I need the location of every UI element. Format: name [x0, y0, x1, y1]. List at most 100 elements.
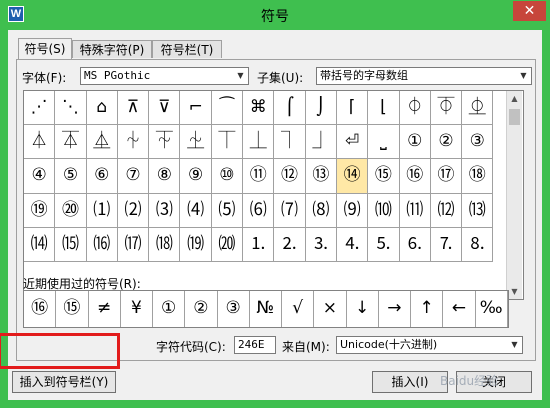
recent-symbol-cell[interactable]: ≠ — [89, 291, 121, 327]
symbol-cell[interactable]: ⁀ — [211, 91, 244, 126]
symbol-cell[interactable]: ⌡ — [305, 91, 337, 126]
symbol-cell[interactable]: ⌠ — [274, 91, 306, 126]
symbol-cell[interactable]: ⏉ — [211, 125, 244, 160]
tab-symbol-bar[interactable]: 符号栏(T) — [152, 40, 222, 58]
symbol-cell[interactable]: ③ — [462, 125, 494, 160]
symbol-cell[interactable]: ⌐ — [180, 91, 212, 126]
symbol-cell[interactable]: ⏄ — [55, 125, 87, 160]
symbol-cell[interactable]: ⑸ — [211, 193, 244, 228]
symbol-cell[interactable]: ⋰ — [24, 91, 56, 126]
symbol-cell[interactable]: ⑼ — [336, 193, 369, 228]
symbol-cell[interactable]: ⒏ — [462, 227, 494, 262]
symbol-cell[interactable]: ⑾ — [399, 193, 431, 228]
symbol-cell[interactable]: ⑳ — [55, 193, 87, 228]
symbol-cell[interactable]: ⑪ — [243, 159, 275, 194]
insert-to-symbol-bar-button[interactable]: 插入到符号栏(Y) — [12, 371, 116, 393]
symbol-cell[interactable]: ⑽ — [368, 193, 400, 228]
symbol-cell[interactable]: ⒅ — [149, 227, 181, 262]
insert-button[interactable]: 插入(I) — [372, 371, 448, 393]
from-select[interactable]: Unicode(十六进制) ▼ — [336, 336, 523, 354]
symbol-cell[interactable]: ⑭ — [336, 159, 369, 194]
symbol-cell[interactable]: ⏊ — [243, 125, 275, 160]
symbol-cell[interactable]: ⑵ — [117, 193, 150, 228]
symbol-cell[interactable]: ⌊ — [368, 91, 400, 126]
symbol-cell[interactable]: ⑶ — [149, 193, 181, 228]
symbol-cell[interactable]: ⒇ — [211, 227, 244, 262]
recent-symbol-cell[interactable]: ⑯ — [24, 291, 57, 327]
symbol-cell[interactable]: ⌂ — [86, 91, 118, 126]
symbol-cell[interactable]: ⏂ — [462, 91, 494, 126]
recent-symbol-cell[interactable]: × — [314, 291, 347, 327]
symbol-cell[interactable]: ⏅ — [86, 125, 118, 160]
symbol-cell[interactable]: ⑴ — [86, 193, 118, 228]
symbol-cell[interactable]: ⑲ — [24, 193, 56, 228]
symbol-cell[interactable]: ⎵ — [368, 125, 400, 160]
symbol-cell[interactable]: ⏁ — [430, 91, 463, 126]
symbol-cell[interactable]: ⌘ — [243, 91, 275, 126]
symbol-cell[interactable]: ⒄ — [117, 227, 150, 262]
symbol-cell[interactable]: ⑤ — [55, 159, 87, 194]
symbol-cell[interactable]: ⑯ — [399, 159, 431, 194]
recent-symbol-cell[interactable]: ③ — [218, 291, 250, 327]
recent-symbol-cell[interactable]: ↓ — [347, 291, 379, 327]
symbol-cell[interactable]: ⏆ — [117, 125, 150, 160]
symbol-cell[interactable]: ⒎ — [430, 227, 463, 262]
symbol-cell[interactable]: ⑫ — [274, 159, 306, 194]
symbol-cell[interactable]: ⊽ — [149, 91, 181, 126]
symbol-cell[interactable]: ⊼ — [117, 91, 150, 126]
symbol-cell[interactable]: ⑩ — [211, 159, 244, 194]
symbol-cell[interactable]: ⒁ — [24, 227, 56, 262]
symbol-cell[interactable]: ⑨ — [180, 159, 212, 194]
recent-symbol-cell[interactable]: ← — [443, 291, 476, 327]
close-window-button[interactable]: ✕ — [513, 1, 546, 21]
symbol-cell[interactable]: ⋱ — [55, 91, 87, 126]
symbol-cell[interactable]: ⏋ — [274, 125, 306, 160]
tab-special-characters[interactable]: 特殊字符(P) — [72, 40, 152, 58]
recent-symbol-cell[interactable]: → — [379, 291, 411, 327]
recent-symbol-cell[interactable]: ② — [185, 291, 218, 327]
symbol-cell[interactable]: ⒃ — [86, 227, 118, 262]
recent-symbol-cell[interactable]: № — [250, 291, 282, 327]
symbol-cell[interactable]: ⑱ — [462, 159, 494, 194]
symbol-cell[interactable]: ⑬ — [305, 159, 337, 194]
symbol-cell[interactable]: ⒌ — [368, 227, 400, 262]
symbol-cell[interactable]: ② — [430, 125, 463, 160]
scrollbar-thumb[interactable] — [509, 109, 520, 125]
subset-select[interactable]: 带括号的字母数组 ▼ — [316, 67, 532, 85]
tab-symbols[interactable]: 符号(S) — [18, 38, 72, 59]
symbol-cell[interactable]: ⑿ — [430, 193, 463, 228]
scroll-up-icon[interactable]: ▲ — [507, 91, 522, 106]
symbol-cell[interactable]: ⑹ — [243, 193, 275, 228]
symbol-cell[interactable]: ⒊ — [305, 227, 337, 262]
recent-symbol-cell[interactable]: ① — [153, 291, 186, 327]
symbol-cell[interactable]: ⑧ — [149, 159, 181, 194]
recent-symbol-cell[interactable]: ‰ — [476, 291, 508, 327]
symbol-cell[interactable]: ⏀ — [399, 91, 431, 126]
symbol-cell[interactable]: ⒈ — [243, 227, 275, 262]
char-code-input[interactable]: 246E — [234, 336, 276, 354]
symbol-cell[interactable]: ⏌ — [305, 125, 337, 160]
recent-symbol-cell[interactable]: ⑮ — [56, 291, 89, 327]
symbol-cell[interactable]: ⒆ — [180, 227, 212, 262]
symbol-cell[interactable]: ⒉ — [274, 227, 306, 262]
symbol-cell[interactable]: ⏎ — [336, 125, 369, 160]
recent-symbol-cell[interactable]: ↑ — [411, 291, 444, 327]
symbol-cell[interactable]: ⑦ — [117, 159, 150, 194]
symbol-cell[interactable]: ⒋ — [336, 227, 369, 262]
symbol-cell[interactable]: ⏈ — [180, 125, 212, 160]
symbol-cell[interactable]: ⏇ — [149, 125, 181, 160]
symbol-cell[interactable]: ⑺ — [274, 193, 306, 228]
symbol-cell[interactable]: ⑮ — [368, 159, 400, 194]
symbol-cell[interactable]: ⑰ — [430, 159, 463, 194]
scroll-down-icon[interactable]: ▼ — [507, 284, 522, 299]
symbol-cell[interactable]: ⑷ — [180, 193, 212, 228]
symbol-cell[interactable]: ④ — [24, 159, 56, 194]
symbol-cell[interactable]: ⒀ — [462, 193, 494, 228]
recent-symbol-cell[interactable]: √ — [282, 291, 315, 327]
symbol-cell[interactable]: ⒍ — [399, 227, 431, 262]
symbol-cell[interactable]: ① — [399, 125, 431, 160]
symbol-cell[interactable]: ⌈ — [336, 91, 369, 126]
symbol-cell[interactable]: ⑻ — [305, 193, 337, 228]
symbol-grid-scrollbar[interactable]: ▲ ▼ — [506, 91, 522, 299]
symbol-cell[interactable]: ⑥ — [86, 159, 118, 194]
